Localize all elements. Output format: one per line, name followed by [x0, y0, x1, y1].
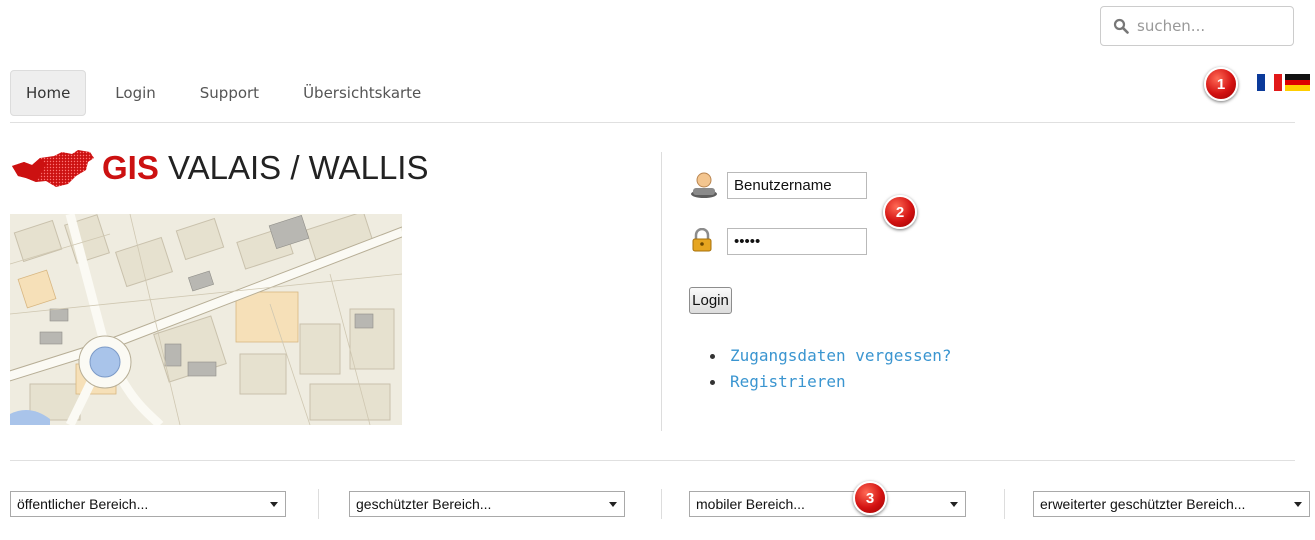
callout-badge-2: 2 — [883, 195, 917, 229]
flag-france-icon[interactable] — [1257, 74, 1282, 91]
search-box[interactable] — [1100, 6, 1294, 46]
username-field[interactable] — [727, 172, 867, 199]
map-thumbnail — [10, 214, 402, 425]
select-value: geschützter Bereich... — [356, 496, 492, 512]
chevron-down-icon — [950, 502, 958, 507]
nav-support[interactable]: Support — [185, 71, 274, 115]
protected-area-select[interactable]: geschützter Bereich... — [349, 491, 625, 517]
login-button[interactable]: Login — [689, 287, 732, 314]
chevron-down-icon — [609, 502, 617, 507]
column-divider — [661, 152, 662, 431]
separator — [1004, 489, 1005, 519]
register-link[interactable]: Registrieren — [730, 372, 846, 391]
nav-login[interactable]: Login — [100, 71, 170, 115]
chevron-down-icon — [270, 502, 278, 507]
logo: GIS VALAIS / WALLIS — [10, 148, 428, 188]
search-icon — [1113, 18, 1129, 34]
search-input[interactable] — [1137, 17, 1277, 35]
extended-protected-area-select[interactable]: erweiterter geschützter Bereich... — [1033, 491, 1310, 517]
chevron-down-icon — [1294, 502, 1302, 507]
public-area-select[interactable]: öffentlicher Bereich... — [10, 491, 286, 517]
callout-badge-3: 3 — [853, 481, 887, 515]
logo-valais-text: VALAIS / WALLIS — [168, 149, 429, 186]
separator — [318, 489, 319, 519]
main-nav: Home Login Support Übersichtskarte — [10, 70, 450, 116]
flag-germany-icon[interactable] — [1285, 74, 1310, 92]
user-icon — [691, 172, 717, 198]
nav-divider — [10, 122, 1295, 123]
nav-uebersichtskarte[interactable]: Übersichtskarte — [288, 71, 436, 115]
list-item: Zugangsdaten vergessen? — [710, 343, 952, 369]
password-field[interactable] — [727, 228, 867, 255]
forgot-credentials-link[interactable]: Zugangsdaten vergessen? — [730, 346, 952, 365]
mobile-area-select[interactable]: mobiler Bereich... — [689, 491, 966, 517]
list-item: Registrieren — [710, 369, 952, 395]
select-value: öffentlicher Bereich... — [17, 496, 149, 512]
lock-icon — [692, 228, 712, 252]
nav-home[interactable]: Home — [10, 70, 87, 116]
section-divider — [10, 460, 1295, 461]
select-value: erweiterter geschützter Bereich... — [1040, 496, 1246, 512]
login-links: Zugangsdaten vergessen? Registrieren — [710, 343, 952, 395]
callout-badge-1: 1 — [1204, 67, 1238, 101]
valais-map-logo-icon — [12, 150, 94, 187]
select-value: mobiler Bereich... — [696, 496, 805, 512]
separator — [661, 489, 662, 519]
logo-gis-text: GIS — [102, 149, 159, 186]
